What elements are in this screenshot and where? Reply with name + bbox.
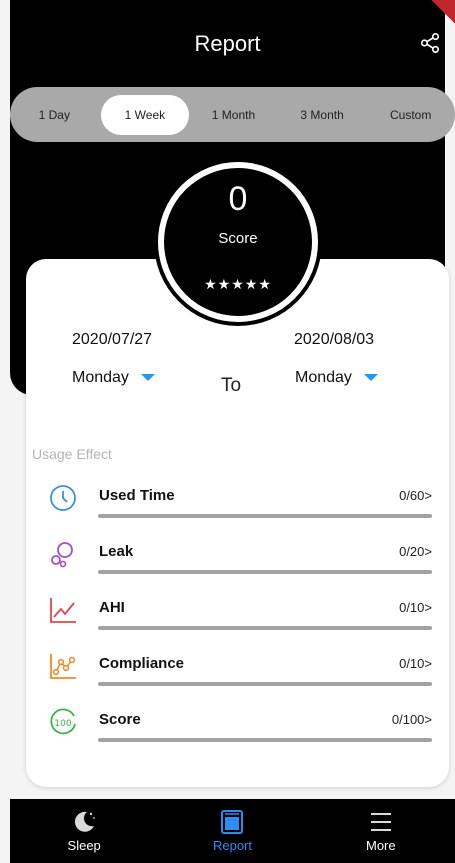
metric-name: Used Time [99, 487, 175, 504]
page-title: Report [194, 31, 261, 56]
nav-report[interactable]: Report [172, 809, 292, 853]
to-day-dropdown[interactable]: Monday [295, 369, 378, 387]
metric-value: 0/60> [399, 488, 432, 503]
nav-label: Sleep [67, 838, 101, 853]
metric-name: AHI [99, 599, 125, 616]
svg-text:100: 100 [54, 719, 71, 729]
metric-progress-track [98, 570, 432, 574]
bubbles-icon [51, 542, 73, 568]
to-date[interactable]: 2020/08/03 [294, 331, 374, 349]
nav-more[interactable]: More [321, 809, 441, 853]
metric-used-time[interactable]: Used Time 0/60> [26, 483, 449, 533]
metric-name: Compliance [99, 655, 185, 672]
metric-progress-track [98, 738, 432, 742]
time-range-selector: 1 Day 1 Week 1 Month 3 Month Custom [10, 87, 455, 142]
caret-down-icon [140, 374, 155, 382]
score-ring: 0 Score ★★★★★ [158, 162, 318, 322]
tab-1-week[interactable]: 1 Week [100, 94, 190, 135]
nav-sleep[interactable]: Sleep [24, 809, 144, 853]
nav-label: Report [212, 838, 252, 853]
to-label: To [221, 375, 242, 396]
star-rating: ★★★★★ [204, 276, 272, 292]
metric-leak[interactable]: Leak 0/20> [26, 539, 449, 589]
metric-progress-track [98, 626, 432, 630]
metric-value: 0/20> [399, 544, 432, 559]
metric-progress-track [98, 682, 432, 686]
tab-3-month[interactable]: 3 Month [278, 95, 367, 135]
clock-icon [50, 485, 76, 511]
score-label: Score [218, 230, 258, 247]
score-value: 0 [228, 180, 248, 218]
report-icon [221, 810, 244, 834]
moon-icon [75, 811, 96, 832]
metric-progress-track [98, 514, 432, 518]
share-icon[interactable] [419, 32, 441, 54]
metric-ahi[interactable]: AHI 0/10> [26, 595, 449, 645]
metric-name: Leak [99, 543, 134, 560]
report-screen: Report 1 Day 1 Week 1 Month 3 Month Cust… [0, 0, 455, 863]
tab-1-day[interactable]: 1 Day [10, 95, 99, 135]
score-100-icon: 100 [50, 708, 76, 735]
bottom-nav: Sleep Report More [10, 799, 455, 863]
caret-down-icon [363, 374, 378, 382]
nav-label: More [366, 838, 396, 853]
to-day-label: Monday [295, 369, 352, 386]
metric-compliance[interactable]: Compliance 0/10> [26, 651, 449, 701]
compliance-chart-icon [50, 654, 76, 679]
from-day-dropdown[interactable]: Monday [72, 369, 155, 387]
from-date[interactable]: 2020/07/27 [72, 331, 152, 349]
metric-name: Score [99, 711, 141, 728]
from-day-label: Monday [72, 369, 129, 386]
metric-value: 0/100> [391, 712, 432, 727]
usage-effect-label: Usage Effect [32, 446, 112, 462]
metric-score[interactable]: 100 Score 0/100> [26, 707, 449, 757]
tab-custom[interactable]: Custom [366, 95, 455, 135]
tab-1-month[interactable]: 1 Month [189, 95, 278, 135]
debug-ribbon [429, 0, 455, 26]
menu-icon [370, 813, 391, 831]
line-chart-icon [50, 598, 76, 623]
report-card: 2020/07/27 2020/08/03 Monday To Monday U… [26, 259, 449, 787]
metric-value: 0/10> [399, 600, 432, 615]
metric-value: 0/10> [399, 656, 432, 671]
